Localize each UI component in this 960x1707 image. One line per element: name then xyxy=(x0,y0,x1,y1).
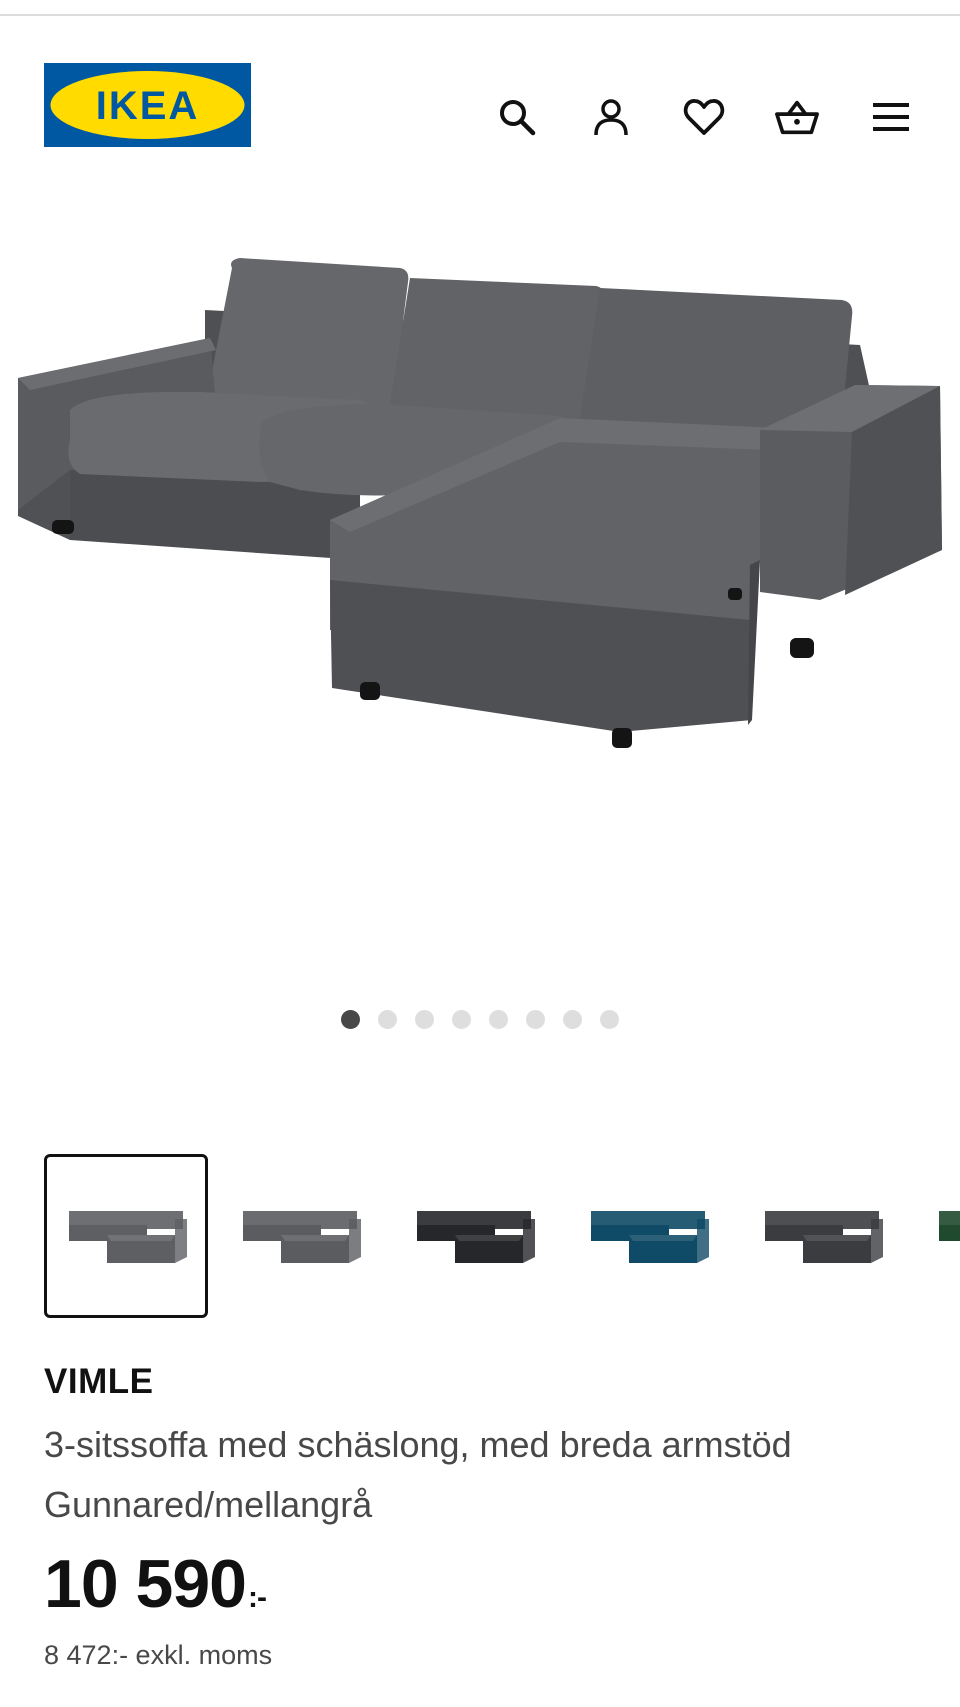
carousel-dot[interactable] xyxy=(563,1010,582,1029)
carousel-dot[interactable] xyxy=(489,1010,508,1029)
product-type: 3-sitssoffa med schäslong, med breda arm… xyxy=(44,1424,792,1465)
variant-thumbnail-green[interactable] xyxy=(914,1154,960,1318)
carousel-dot[interactable] xyxy=(415,1010,434,1029)
ikea-logo[interactable]: IKEA xyxy=(44,63,251,147)
product-description: 3-sitssoffa med schäslong, med breda arm… xyxy=(44,1415,792,1535)
variant-thumbnail-grey-headrest[interactable] xyxy=(218,1154,382,1318)
carousel-dot[interactable] xyxy=(600,1010,619,1029)
variant-thumbnail-blue[interactable] xyxy=(566,1154,730,1318)
carousel-dot[interactable] xyxy=(378,1010,397,1029)
color-variant-list xyxy=(44,1154,960,1318)
heart-icon[interactable] xyxy=(681,94,727,140)
product-price: 10 590:- xyxy=(44,1545,267,1623)
menu-icon[interactable] xyxy=(868,94,914,140)
carousel-pagination xyxy=(0,1010,960,1036)
logo-text: IKEA xyxy=(96,84,200,128)
search-icon[interactable] xyxy=(494,94,540,140)
carousel-dot[interactable] xyxy=(526,1010,545,1029)
site-header: IKEA xyxy=(0,14,960,164)
variant-thumbnail-black[interactable] xyxy=(392,1154,556,1318)
basket-icon[interactable] xyxy=(774,94,820,140)
product-main-image[interactable] xyxy=(0,220,960,780)
price-suffix: :- xyxy=(247,1581,267,1614)
variant-thumbnail-grey[interactable] xyxy=(44,1154,208,1318)
price-value: 10 590 xyxy=(44,1546,247,1622)
product-variant: Gunnared/mellangrå xyxy=(44,1484,373,1525)
price-excl-vat: 8 472:- exkl. moms xyxy=(44,1640,273,1670)
account-icon[interactable] xyxy=(588,94,634,140)
carousel-dot[interactable] xyxy=(452,1010,471,1029)
carousel-dot[interactable] xyxy=(341,1010,360,1029)
variant-thumbnail-dark-grey[interactable] xyxy=(740,1154,904,1318)
product-name: VIMLE xyxy=(44,1362,154,1401)
sofa-image xyxy=(18,258,942,748)
